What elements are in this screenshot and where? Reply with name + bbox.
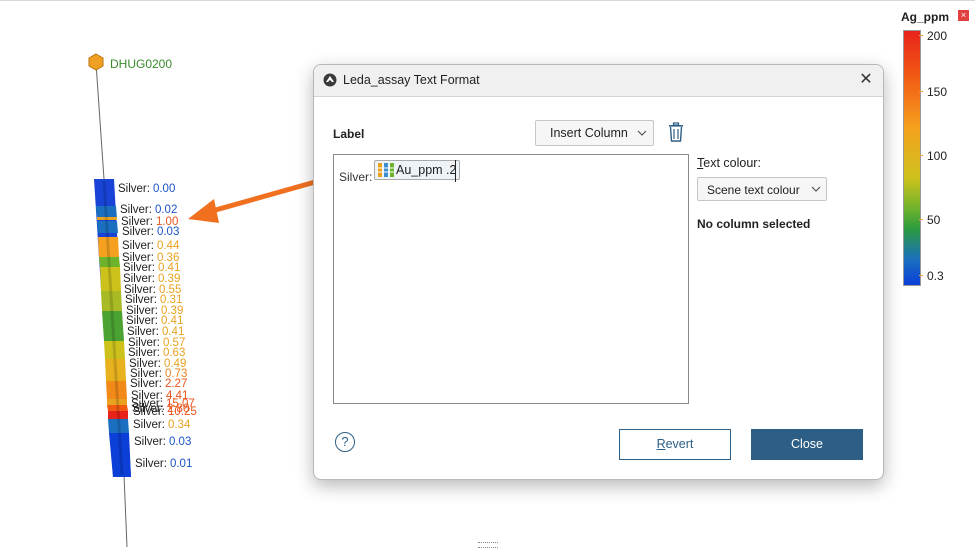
annotation-prefix: Silver:	[133, 419, 165, 431]
legend-close-icon[interactable]: ×	[958, 10, 969, 21]
label-heading: Label	[333, 127, 365, 141]
annotation-value: 0.03	[156, 226, 180, 238]
callout-arrow	[188, 174, 334, 223]
annotation-prefix: Silver:	[118, 183, 150, 195]
resize-grip[interactable]	[478, 542, 498, 548]
assay-annotation: Silver: 0.03	[134, 436, 191, 448]
annotation-value: 0.00	[152, 183, 176, 195]
annotation-prefix: Silver:	[120, 204, 152, 216]
label-prefix-text: Silver:	[339, 170, 373, 184]
colour-legend: Ag_ppm × 200 150 100 50 0.3	[893, 7, 973, 297]
annotation-prefix: Silver:	[122, 240, 154, 252]
assay-annotation: Silver: 0.34	[133, 419, 190, 431]
trash-icon[interactable]	[668, 122, 684, 142]
text-colour-label: Text colour:	[697, 156, 761, 170]
annotation-value: 0.34	[167, 419, 191, 431]
collar-marker-icon[interactable]	[88, 53, 104, 71]
annotation-value: 2.27	[164, 378, 188, 390]
annotation-value: 0.44	[156, 240, 180, 252]
close-icon[interactable]: ✕	[857, 70, 875, 90]
insert-column-label: Insert Column	[550, 126, 628, 140]
no-column-selected-text: No column selected	[697, 217, 811, 231]
chevron-down-icon	[811, 186, 821, 192]
text-colour-value: Scene text colour	[707, 183, 800, 197]
assay-annotation: Silver: 0.02	[120, 204, 177, 216]
assay-annotation: Silver: 0.44	[122, 240, 179, 252]
legend-tick: 150	[918, 85, 947, 99]
text-caret	[455, 160, 456, 182]
assay-annotation: Silver: 2.27	[130, 378, 187, 390]
dialog-title: Leda_assay Text Format	[343, 73, 480, 87]
legend-tick: 50	[918, 213, 940, 227]
app-logo-icon	[323, 73, 337, 87]
annotation-value: 0.02	[154, 204, 178, 216]
assay-annotation: Silver: 10.25	[133, 406, 197, 418]
legend-tick: 200	[918, 29, 947, 43]
chevron-down-icon	[637, 130, 647, 136]
annotation-value: 10.25	[167, 406, 197, 418]
text-format-dialog: Leda_assay Text Format ✕ Label Insert Co…	[313, 64, 884, 480]
insert-column-dropdown[interactable]: Insert Column	[535, 120, 654, 146]
dialog-titlebar[interactable]: Leda_assay Text Format ✕	[314, 65, 883, 97]
assay-annotation: Silver: 0.01	[135, 458, 192, 470]
column-token-label: Au_ppm .2	[396, 163, 457, 177]
drillhole-trace-bottom	[123, 474, 128, 547]
annotation-prefix: Silver:	[135, 458, 167, 470]
annotation-value: 0.03	[168, 436, 192, 448]
legend-colour-bar	[903, 30, 921, 286]
help-icon[interactable]: ?	[335, 432, 355, 452]
revert-button[interactable]: Revert	[619, 429, 731, 460]
annotation-value: 0.01	[169, 458, 193, 470]
label-editor[interactable]: Silver: Au_ppm .2	[333, 154, 689, 404]
legend-tick: 100	[918, 149, 947, 163]
annotation-prefix: Silver:	[133, 406, 165, 418]
assay-annotation: Silver: 0.03	[122, 226, 179, 238]
legend-tick: 0.3	[919, 269, 944, 283]
close-button[interactable]: Close	[751, 429, 863, 460]
column-icon	[378, 163, 394, 177]
drillhole-trace-top	[95, 62, 105, 180]
annotation-prefix: Silver:	[134, 436, 166, 448]
drillhole-id-label: DHUG0200	[110, 57, 173, 71]
annotation-prefix: Silver:	[122, 226, 154, 238]
text-colour-select[interactable]: Scene text colour	[697, 177, 827, 201]
legend-title: Ag_ppm	[901, 10, 949, 24]
column-token[interactable]: Au_ppm .2	[374, 160, 461, 180]
annotation-prefix: Silver:	[130, 378, 162, 390]
assay-annotation: Silver: 0.00	[118, 183, 175, 195]
